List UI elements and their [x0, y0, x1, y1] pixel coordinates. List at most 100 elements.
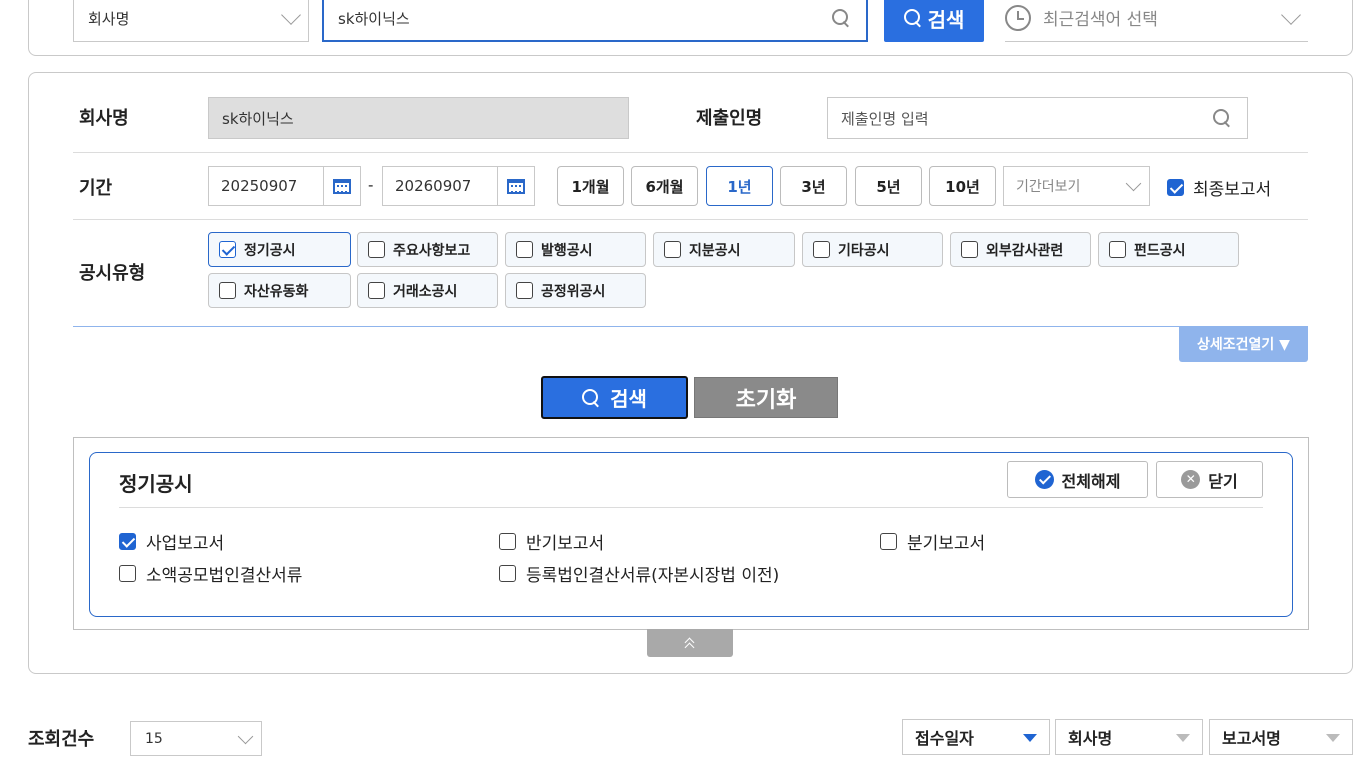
divider	[73, 219, 1308, 220]
result-count-value: 15	[145, 730, 163, 747]
option-label: 사업보고서	[146, 534, 225, 554]
chevron-down-icon	[237, 728, 254, 744]
submitter-input[interactable]: 제출인명 입력	[827, 97, 1248, 139]
period-button-10-years[interactable]: 10년	[929, 166, 996, 206]
search-icon[interactable]	[832, 9, 850, 27]
checkbox-icon	[516, 241, 533, 258]
period-button-label: 10년	[945, 177, 980, 196]
period-more-select[interactable]: 기간더보기	[1003, 166, 1150, 206]
period-button-1-year[interactable]: 1년	[706, 166, 773, 206]
sort-by-company[interactable]: 회사명	[1055, 719, 1203, 755]
final-report-checkbox[interactable]: 최종보고서	[1167, 175, 1271, 200]
checkbox-icon	[664, 241, 681, 258]
chevron-down-icon	[1281, 4, 1301, 25]
type-label: 지분공시	[689, 242, 741, 259]
option-business-report[interactable]: 사업보고서	[119, 529, 224, 554]
option-registered-corp-settlement[interactable]: 등록법인결산서류(자본시장법 이전)	[499, 561, 779, 586]
form-search-label: 검색	[610, 387, 647, 411]
checkbox-icon	[961, 241, 978, 258]
close-button[interactable]: ✕ 닫기	[1156, 461, 1263, 498]
type-other-disclosure[interactable]: 기타공시	[802, 232, 943, 267]
checkbox-checked-icon	[219, 241, 236, 258]
chevron-down-icon	[1125, 175, 1142, 192]
double-chevron-up-icon	[684, 637, 696, 653]
start-date-value: 20250907	[221, 177, 298, 195]
period-button-label: 1년	[727, 177, 752, 196]
checkbox-checked-icon	[1167, 179, 1184, 196]
end-date-input[interactable]: 20260907	[382, 166, 535, 206]
close-label: 닫기	[1208, 471, 1238, 491]
result-count-label: 조회건수	[28, 729, 95, 750]
type-exchange-disclosure[interactable]: 거래소공시	[357, 273, 498, 308]
period-button-5-years[interactable]: 5년	[855, 166, 922, 206]
company-name-value: sk하이닉스	[222, 109, 294, 128]
search-icon[interactable]	[1213, 109, 1231, 127]
sort-by-report-name[interactable]: 보고서명	[1209, 719, 1353, 755]
reset-button[interactable]: 초기화	[694, 377, 838, 418]
top-search-button-label: 검색	[927, 7, 965, 32]
type-label: 정기공시	[244, 242, 296, 259]
period-button-label: 3년	[801, 177, 826, 196]
clock-icon	[1005, 4, 1031, 31]
type-equity-disclosure[interactable]: 지분공시	[653, 232, 795, 267]
checkbox-icon	[880, 533, 897, 550]
type-regular-disclosure[interactable]: 정기공시	[208, 232, 351, 267]
type-asset-securitization[interactable]: 자산유동화	[208, 273, 351, 308]
period-label: 기간	[79, 178, 113, 199]
company-label: 회사명	[79, 108, 129, 129]
form-search-button[interactable]: 검색	[541, 376, 688, 419]
search-input[interactable]: sk하이닉스	[322, 0, 868, 42]
detail-panel-title: 정기공시	[119, 472, 193, 496]
type-label: 기타공시	[838, 242, 890, 259]
collapse-panel-button[interactable]	[647, 629, 733, 657]
option-quarter-report[interactable]: 분기보고서	[880, 529, 985, 554]
recent-search-placeholder: 최근검색어 선택	[1043, 10, 1158, 30]
period-button-label: 6개월	[645, 177, 684, 196]
option-label: 반기보고서	[526, 534, 605, 554]
checkbox-icon	[1109, 241, 1126, 258]
checkbox-icon	[499, 565, 516, 582]
submitter-placeholder: 제출인명 입력	[841, 109, 929, 128]
start-date-input[interactable]: 20250907	[208, 166, 361, 206]
chevron-down-icon	[281, 5, 301, 25]
detail-toggle-label: 상세조건열기 ▼	[1197, 337, 1290, 353]
option-half-year-report[interactable]: 반기보고서	[499, 529, 604, 554]
divider-accent	[73, 326, 1308, 327]
search-icon	[903, 9, 922, 27]
close-icon: ✕	[1181, 470, 1201, 489]
sort-desc-icon	[1326, 734, 1340, 742]
sort-by-date[interactable]: 접수일자	[902, 719, 1050, 755]
start-date-calendar-button[interactable]	[323, 167, 360, 205]
type-major-report[interactable]: 주요사항보고	[357, 232, 498, 267]
type-label: 거래소공시	[393, 283, 458, 300]
type-ftc-disclosure[interactable]: 공정위공시	[505, 273, 646, 308]
type-external-audit[interactable]: 외부감사관련	[950, 232, 1091, 267]
checkbox-icon	[219, 282, 236, 299]
type-label: 펀드공시	[1134, 242, 1186, 259]
detail-conditions-toggle[interactable]: 상세조건열기 ▼	[1179, 326, 1308, 362]
type-label: 발행공시	[541, 242, 593, 259]
type-label: 주요사항보고	[393, 242, 471, 259]
sort-label: 보고서명	[1222, 729, 1281, 748]
clear-all-button[interactable]: 전체해제	[1007, 461, 1148, 498]
result-count-select[interactable]: 15	[130, 721, 262, 756]
period-button-6-months[interactable]: 6개월	[631, 166, 698, 206]
option-label: 분기보고서	[907, 534, 986, 554]
top-search-button[interactable]: 검색	[884, 0, 984, 42]
period-button-3-years[interactable]: 3년	[780, 166, 847, 206]
end-date-calendar-button[interactable]	[497, 167, 534, 205]
search-category-select[interactable]: 회사명	[73, 0, 309, 42]
search-input-value: sk하이닉스	[338, 9, 410, 28]
option-small-offering-settlement[interactable]: 소액공모법인결산서류	[119, 561, 302, 586]
type-fund-disclosure[interactable]: 펀드공시	[1098, 232, 1239, 267]
sort-label: 접수일자	[915, 729, 974, 748]
recent-search-select[interactable]: 최근검색어 선택	[1005, 0, 1308, 42]
clear-all-label: 전체해제	[1061, 471, 1121, 491]
option-label: 등록법인결산서류(자본시장법 이전)	[526, 566, 780, 586]
period-button-1-month[interactable]: 1개월	[557, 166, 624, 206]
period-more-label: 기간더보기	[1016, 179, 1081, 195]
checkbox-icon	[813, 241, 830, 258]
checkbox-icon	[368, 241, 385, 258]
type-issuance-disclosure[interactable]: 발행공시	[505, 232, 646, 267]
final-report-label: 최종보고서	[1193, 180, 1272, 200]
